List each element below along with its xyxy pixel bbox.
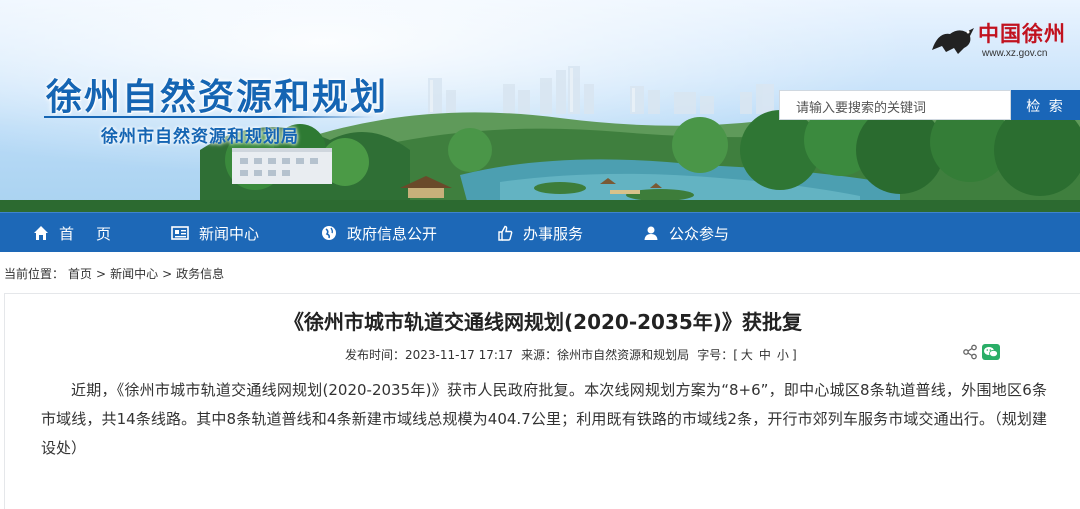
globe-icon	[322, 226, 336, 240]
publish-time: 2023-11-17 17:17	[405, 347, 514, 362]
breadcrumb: 当前位置： 首页 > 新闻中心 > 政务信息	[4, 265, 224, 282]
share-tools	[962, 344, 1000, 360]
user-icon	[644, 226, 658, 240]
breadcrumb-news[interactable]: 新闻中心	[110, 265, 158, 282]
nav-participation[interactable]: 公众参与	[643, 213, 729, 253]
site-title: 徐州自然资源和规划	[46, 77, 389, 118]
title-underline	[44, 116, 374, 118]
font-size-large[interactable]: 大	[738, 346, 756, 363]
article-meta: 发布时间： 2023-11-17 17:17 来源： 徐州市自然资源和规划局 字…	[345, 346, 797, 363]
breadcrumb-gov-affairs[interactable]: 政务信息	[176, 265, 224, 282]
nav-gov-info[interactable]: 政府信息公开	[321, 213, 437, 253]
share-icon[interactable]	[962, 344, 978, 360]
font-size-small[interactable]: 小	[774, 346, 792, 363]
home-icon	[34, 226, 48, 240]
nav-services-label: 办事服务	[523, 224, 584, 243]
source-label: 来源：	[521, 348, 558, 362]
font-size-bracket-close: ]	[791, 347, 797, 362]
publish-label: 发布时间：	[345, 348, 406, 362]
search-input[interactable]: 请输入要搜索的关键词	[779, 90, 1011, 120]
article-body: 近期，《徐州市城市轨道交通线网规划(2020-2035年)》获市人民政府批复。本…	[41, 381, 1047, 457]
search-button[interactable]: 检 索	[1011, 90, 1080, 120]
header-banner: 徐州自然资源和规划 徐州市自然资源和规划局 中国徐州 www.xz.gov.cn…	[0, 0, 1080, 212]
breadcrumb-separator: >	[96, 266, 107, 281]
horse-emblem-icon	[932, 28, 974, 54]
nav-home[interactable]: 首页	[33, 213, 133, 253]
china-xuzhou-logo[interactable]: 中国徐州 www.xz.gov.cn	[928, 16, 1074, 66]
font-size-label: 字号：	[697, 348, 734, 362]
breadcrumb-home[interactable]: 首页	[68, 265, 92, 282]
site-subtitle: 徐州市自然资源和规划局	[101, 127, 299, 147]
article-title: 《徐州市城市轨道交通线网规划(2020-2035年)》获批复	[284, 310, 802, 334]
main-nav: 首页 新闻中心 政府信息公开 办事服务 公众参与	[0, 212, 1080, 252]
breadcrumb-separator: >	[162, 266, 173, 281]
nav-home-label: 首页	[59, 224, 134, 243]
source-value: 徐州市自然资源和规划局	[557, 348, 690, 362]
breadcrumb-prefix: 当前位置：	[4, 267, 65, 281]
nav-news[interactable]: 新闻中心	[171, 213, 259, 253]
article-panel: 《徐州市城市轨道交通线网规划(2020-2035年)》获批复 发布时间： 202…	[4, 293, 1080, 509]
wechat-icon[interactable]	[982, 344, 1000, 360]
news-icon	[171, 226, 189, 240]
nav-news-label: 新闻中心	[199, 224, 260, 243]
thumbs-up-icon	[498, 225, 513, 241]
nav-participation-label: 公众参与	[669, 224, 730, 243]
logo-text: 中国徐州	[978, 21, 1066, 46]
logo-url: www.xz.gov.cn	[982, 48, 1048, 59]
font-size-medium[interactable]: 中	[756, 346, 774, 363]
nav-services[interactable]: 办事服务	[497, 213, 583, 253]
nav-gov-info-label: 政府信息公开	[347, 224, 438, 243]
